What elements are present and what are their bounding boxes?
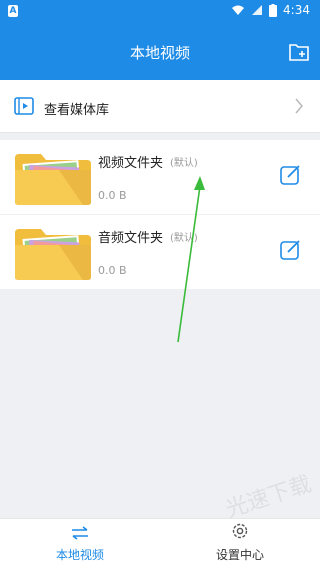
default-tag: (默认)	[170, 158, 198, 169]
folder-name: 视频文件夹	[98, 156, 164, 171]
annotation-arrow	[177, 176, 205, 343]
folder-item-audio[interactable]: 音频文件夹 (默认) 0.0 B	[0, 215, 320, 289]
tab-label: 本地视频	[55, 548, 104, 562]
media-library-row[interactable]: 查看媒体库	[0, 80, 320, 133]
app-bar: 本地视频	[0, 24, 320, 80]
tab-label: 设置中心	[215, 548, 264, 562]
folder-size: 0.0 B	[98, 189, 127, 202]
battery-icon	[269, 3, 278, 17]
page-title: 本地视频	[129, 44, 190, 62]
swap-arrows-icon	[72, 526, 88, 540]
signal-icon	[252, 5, 263, 15]
tab-local-video[interactable]: 本地视频	[0, 525, 160, 563]
time-text: 4:34	[283, 3, 310, 17]
bottom-navigation: 本地视频 设置中心	[0, 518, 320, 569]
folder-icon	[15, 154, 91, 205]
folder-size: 0.0 B	[98, 264, 127, 277]
gear-icon	[232, 523, 248, 539]
wifi-icon	[232, 5, 245, 15]
watermark: 光速下载	[223, 471, 315, 523]
folder-item-video[interactable]: 视频文件夹 (默认) 0.0 B	[0, 140, 320, 214]
edit-icon[interactable]	[280, 164, 302, 186]
add-folder-icon[interactable]	[288, 42, 310, 62]
tab-settings[interactable]: 设置中心	[160, 522, 320, 563]
media-library-label: 查看媒体库	[44, 103, 110, 118]
chevron-right-icon	[295, 98, 303, 114]
folder-name: 音频文件夹	[98, 231, 164, 246]
notification-icon: A	[8, 5, 18, 17]
status-icons: 4:34	[231, 3, 310, 17]
folder-icon	[15, 229, 91, 280]
edit-icon[interactable]	[280, 239, 302, 261]
status-bar: A 4:34	[0, 0, 320, 24]
video-library-icon	[14, 97, 34, 115]
